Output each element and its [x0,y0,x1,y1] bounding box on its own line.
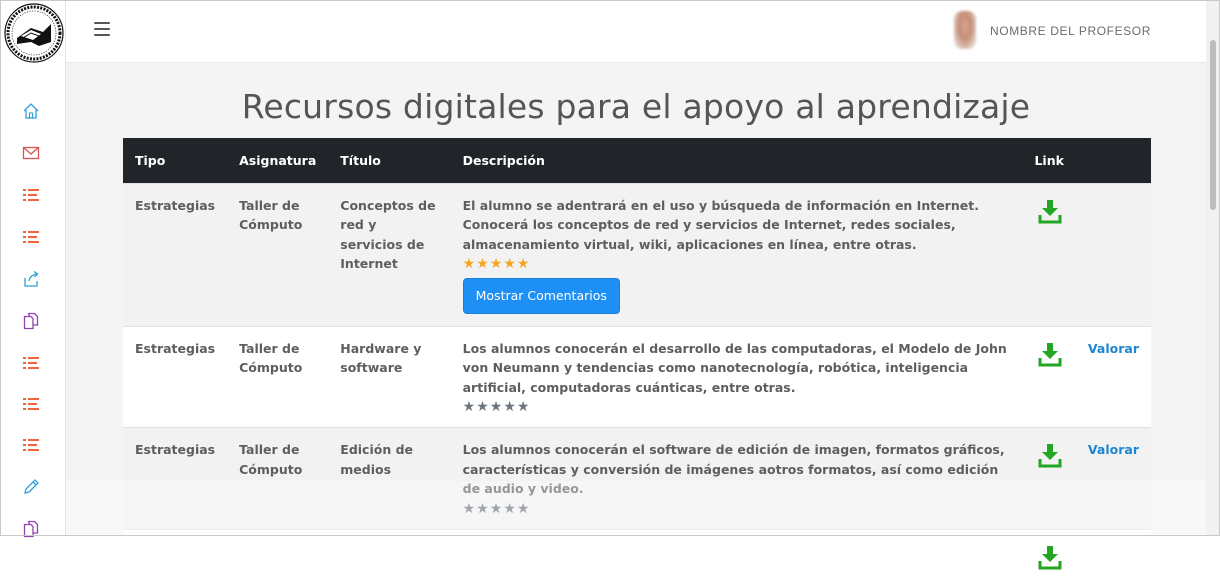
description-text: Los alumnos conocerán el software de edi… [462,442,1005,496]
star-icon[interactable]: ★ [490,399,504,415]
cell-asignatura: Taller de Cómputo [227,182,329,326]
star-icon[interactable]: ★ [517,256,531,272]
star-icon[interactable]: ★ [463,501,477,517]
share-icon[interactable] [20,268,42,290]
copy-icon[interactable] [20,310,42,332]
rating-stars[interactable]: ★★★★★ [463,256,1011,272]
header-asignatura: Asignatura [227,138,329,183]
table-row: Estrategias Taller de Cómputo Edición de m… [123,427,1151,529]
top-bar: NOMBRE DEL PROFESOR [66,0,1206,63]
mail-icon[interactable] [20,142,42,164]
star-icon[interactable]: ★ [476,256,490,272]
star-icon[interactable]: ★ [517,501,531,517]
star-icon[interactable]: ★ [490,501,504,517]
star-icon[interactable]: ★ [476,399,490,415]
star-icon[interactable]: ★ [463,399,477,415]
cell-tipo: Estrategias [123,325,228,428]
table-row: Estrategias Taller de Cómputo Conceptos de… [123,182,1151,326]
copy-icon[interactable] [20,518,42,540]
page-title: Recursos digitales para el apoyo al apre… [241,87,1031,126]
cell-valorar: Valorar [1075,325,1151,428]
cell-asignatura [227,528,329,587]
list-icon[interactable] [20,184,42,206]
cell-titulo [328,528,451,587]
cell-titulo: Hardware y software [328,325,451,428]
cell-descripcion: Los alumnos conocerán el desarrollo de l… [450,325,1023,428]
rating-stars[interactable]: ★★★★★ [463,501,1011,517]
list-icon[interactable] [20,393,42,415]
table-header-row: Tipo Asignatura Título Descripción Link [123,138,1151,183]
cell-descripcion [450,528,1023,587]
cell-descripcion: El alumno se adentrará en el uso y búsqu… [450,182,1023,326]
cell-asignatura: Taller de Cómputo [227,325,329,428]
show-comments-button[interactable]: Mostrar Comentarios [462,278,620,314]
header-tipo: Tipo [123,138,228,183]
scrollbar-thumb[interactable] [1210,40,1216,210]
star-icon[interactable]: ★ [503,256,517,272]
scrollbar[interactable] [1206,0,1220,536]
cell-descripcion: Los alumnos conocerán el software de edi… [450,427,1023,529]
star-icon[interactable]: ★ [476,501,490,517]
table-row [123,528,1151,587]
pencil-icon[interactable] [20,476,42,498]
cell-valorar [1075,528,1151,587]
rate-link[interactable]: Valorar [1088,442,1139,457]
list-icon[interactable] [20,352,42,374]
header-titulo: Título [328,138,451,183]
description-text: El alumno se adentrará en el uso y búsqu… [462,197,979,252]
main-content: Recursos digitales para el apoyo al apre… [66,63,1206,587]
cell-link [1022,427,1076,529]
header-link: Link [1022,138,1076,183]
cell-asignatura: Taller de Cómputo [227,427,329,529]
cell-titulo: Conceptos de red y servicios de Internet [328,182,451,326]
cell-titulo: Edición de medios [328,427,451,529]
menu-icon[interactable] [94,22,110,36]
table-row: Estrategias Taller de Cómputo Hardware y s… [123,325,1151,428]
school-logo [4,3,64,63]
sidebar [0,0,66,538]
cell-tipo: Estrategias [123,182,228,326]
home-icon[interactable] [20,100,42,122]
download-icon[interactable] [1038,198,1062,224]
description-text: Los alumnos conocerán el desarrollo de l… [462,340,1007,395]
resources-table: Tipo Asignatura Título Descripción Link … [123,138,1151,587]
rating-stars[interactable]: ★★★★★ [463,399,1011,415]
cell-tipo: Estrategias [123,427,228,529]
cell-valorar: Valorar [1075,427,1151,529]
star-icon[interactable]: ★ [490,256,504,272]
download-icon[interactable] [1038,544,1062,570]
cell-link [1022,182,1076,326]
rate-link[interactable]: Valorar [1088,341,1139,356]
professor-name[interactable]: NOMBRE DEL PROFESOR [990,24,1151,38]
avatar[interactable] [954,11,976,49]
download-icon[interactable] [1038,442,1062,468]
star-icon[interactable]: ★ [503,399,517,415]
star-icon[interactable]: ★ [503,501,517,517]
list-icon[interactable] [20,434,42,456]
list-icon[interactable] [20,226,42,248]
header-descripcion: Descripción [450,138,1023,183]
star-icon[interactable]: ★ [463,256,477,272]
download-icon[interactable] [1038,341,1062,367]
star-icon[interactable]: ★ [517,399,531,415]
cell-valorar [1075,182,1151,326]
cell-link [1022,528,1076,587]
cell-link [1022,325,1076,428]
cell-tipo [123,528,228,587]
header-blank [1075,138,1151,183]
